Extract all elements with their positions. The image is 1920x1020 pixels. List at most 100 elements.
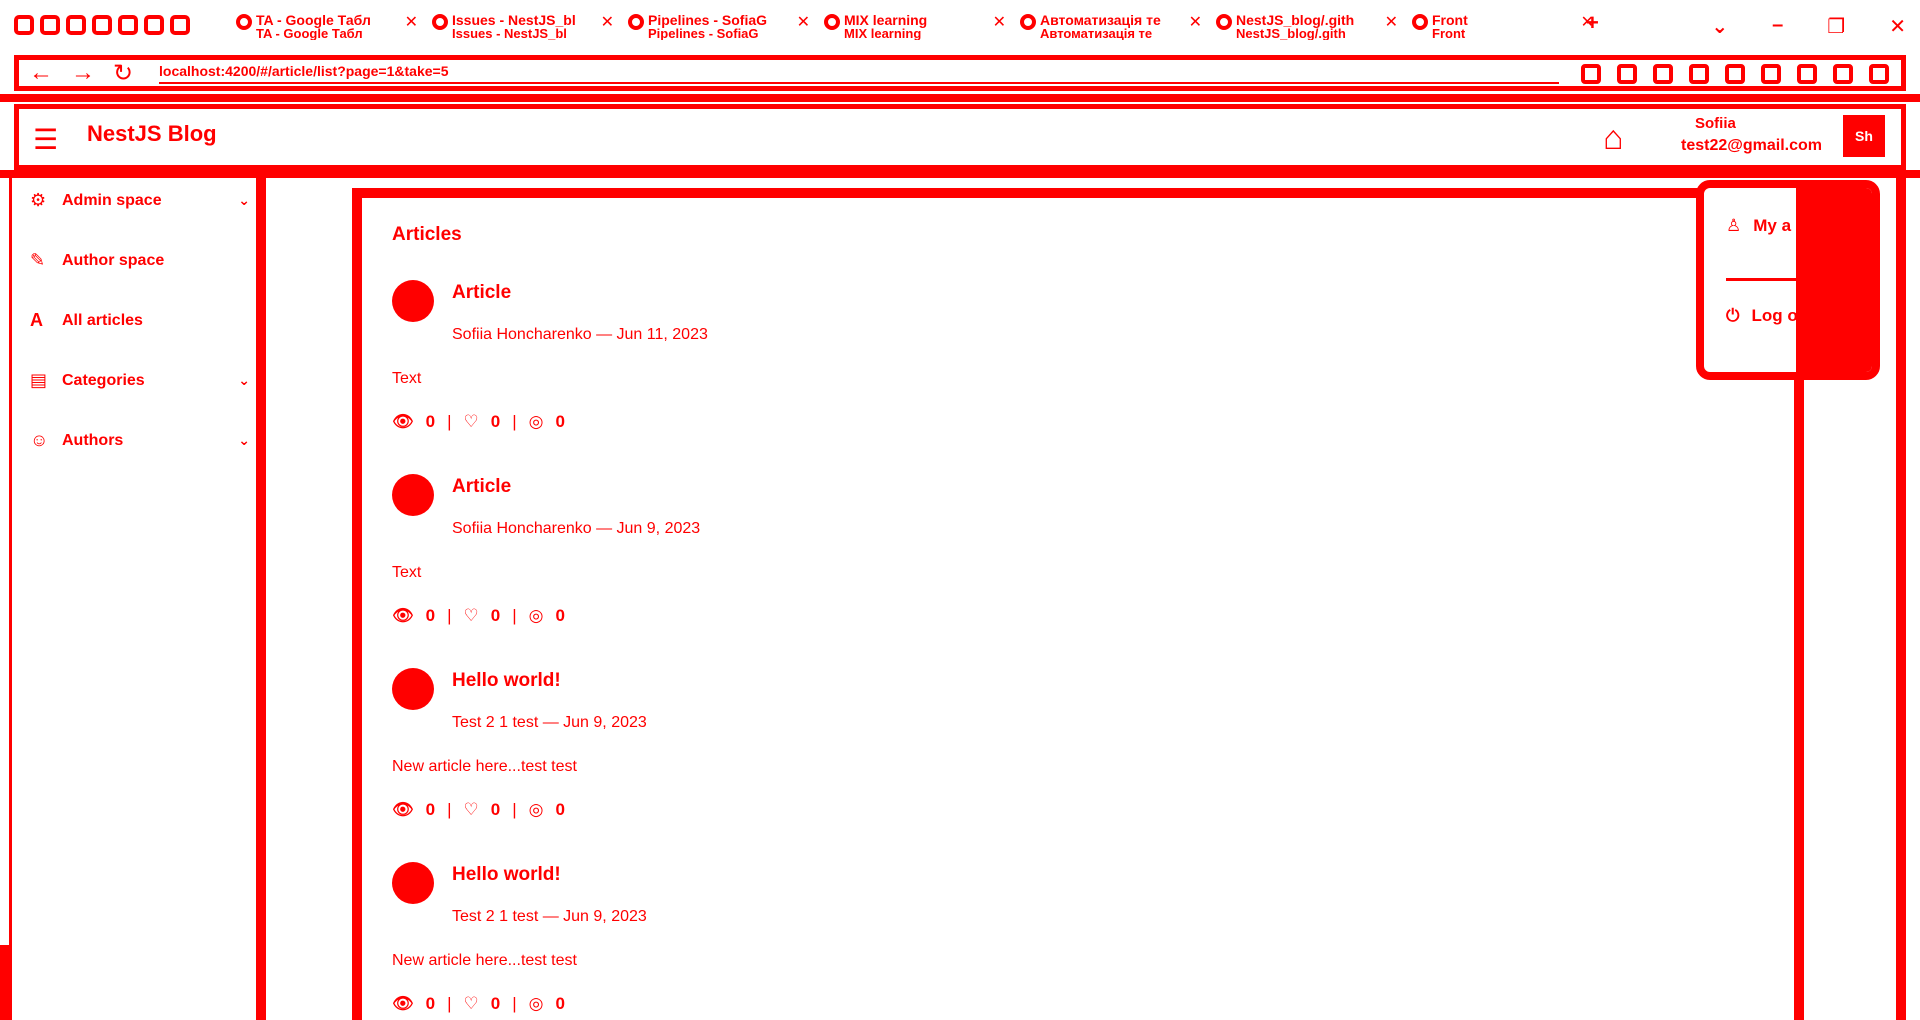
puzzle-icon[interactable] (1761, 64, 1781, 84)
pinned-tab-icon[interactable] (66, 15, 86, 35)
close-tab-icon[interactable]: ✕ (405, 12, 418, 32)
eye-icon: 👁 (392, 606, 414, 625)
browser-tab[interactable]: MIX learning MIX learning ✕ (818, 8, 1014, 40)
tab-favicon-icon (824, 14, 840, 30)
profile-icon[interactable] (1833, 64, 1853, 84)
sidebar-item-authors[interactable]: ☺ Authors ⌄ (30, 430, 250, 451)
key-icon[interactable] (1581, 64, 1601, 84)
article-excerpt: New article here...test test (392, 758, 577, 775)
new-tab-button[interactable]: + (1586, 10, 1599, 36)
separator: | (512, 800, 517, 819)
sidebar-item-categories[interactable]: ▤ Categories ⌄ (30, 370, 250, 391)
browser-tab[interactable]: Pipelines - SofiaG Pipelines - SofiaG ✕ (622, 8, 818, 40)
close-window-icon[interactable]: ✕ (1889, 14, 1906, 39)
comments-count: 0 (555, 412, 565, 431)
close-tab-icon[interactable]: ✕ (1189, 12, 1202, 32)
pinned-tab-icon[interactable] (14, 15, 34, 35)
forward-icon[interactable]: → (71, 59, 95, 87)
my-account-item[interactable]: ♙ My a (1726, 216, 1791, 236)
user-menu: ♙ My a ⏻ Log o (1696, 180, 1880, 380)
tab-label-shadow: Issues - NestJS_bl (452, 26, 567, 40)
article-stats: 👁 0 | ♡ 0 | ◎ 0 (392, 994, 565, 1014)
close-tab-icon[interactable]: ✕ (993, 12, 1006, 32)
menu-dots-icon[interactable] (1869, 64, 1889, 84)
heart-icon[interactable]: ♡ (463, 412, 478, 432)
text-icon: A (30, 310, 43, 330)
reload-icon[interactable]: ↻ (113, 59, 133, 88)
article-title[interactable]: Hello world! (452, 670, 561, 692)
pinned-tab-icon[interactable] (170, 15, 190, 35)
chevron-down-icon[interactable]: ⌄ (238, 372, 250, 389)
chevron-down-icon[interactable]: ⌄ (1711, 14, 1728, 39)
author-avatar (392, 862, 434, 904)
url-input[interactable]: localhost:4200/#/article/list?page=1&tak… (159, 62, 1559, 84)
chevron-down-icon[interactable]: ⌄ (238, 192, 250, 209)
my-account-label: My a (1753, 216, 1792, 235)
app-title[interactable]: NestJS Blog (87, 121, 217, 147)
close-tab-icon[interactable]: ✕ (797, 12, 810, 32)
avatar[interactable]: Sh (1843, 115, 1885, 157)
maximize-icon[interactable]: ❐ (1827, 14, 1845, 39)
heart-icon[interactable]: ♡ (463, 994, 478, 1014)
author-avatar (392, 280, 434, 322)
views-count: 0 (425, 800, 436, 819)
pinned-tab-icon[interactable] (40, 15, 60, 35)
edit-icon[interactable] (1653, 64, 1673, 84)
share-icon[interactable] (1617, 64, 1637, 84)
address-bar: ← → ↻ localhost:4200/#/article/list?page… (14, 55, 1906, 91)
likes-count: 0 (490, 412, 501, 431)
pinned-tab-icon[interactable] (144, 15, 164, 35)
pinned-tab-icon[interactable] (118, 15, 138, 35)
browser-tab[interactable]: NestJS_blog/.gith NestJS_blog/.gith ✕ (1210, 8, 1406, 40)
back-icon[interactable]: ← (29, 59, 53, 87)
home-icon[interactable]: ⌂ (1603, 119, 1624, 158)
divider (1726, 278, 1806, 281)
eye-icon: 👁 (392, 412, 414, 431)
eye-icon: 👁 (392, 800, 414, 819)
people-icon: ☺ (30, 430, 49, 450)
article-stats: 👁 0 | ♡ 0 | ◎ 0 (392, 800, 565, 820)
sidebar-item-all-articles[interactable]: A All articles (30, 310, 250, 331)
tab-label-shadow: TA - Google Табл (256, 26, 363, 40)
tab-favicon-icon (1020, 14, 1036, 30)
article-title[interactable]: Article (452, 282, 511, 304)
star-icon[interactable] (1689, 64, 1709, 84)
chevron-down-icon[interactable]: ⌄ (238, 432, 250, 449)
browser-tab[interactable]: Issues - NestJS_bl Issues - NestJS_bl ✕ (426, 8, 622, 40)
comment-icon[interactable]: ◎ (529, 994, 544, 1014)
sidebar-item-author-space[interactable]: ✎ Author space (30, 250, 250, 271)
tab-label-shadow: Pipelines - SofiaG (648, 26, 759, 40)
close-tab-icon[interactable]: ✕ (601, 12, 614, 32)
comment-icon[interactable]: ◎ (529, 800, 544, 820)
sidepanel-icon[interactable] (1797, 64, 1817, 84)
browser-tab-strip: TA - Google Табл TA - Google Табл ✕ Issues… (0, 0, 1920, 50)
logout-item[interactable]: ⏻ Log o (1726, 306, 1798, 326)
article-title[interactable]: Article (452, 476, 511, 498)
comment-icon[interactable]: ◎ (529, 606, 544, 626)
extension-icon[interactable] (1725, 64, 1745, 84)
heart-icon[interactable]: ♡ (463, 800, 478, 820)
articles-card: Articles Article Sofiia Honcharenko — Ju… (352, 188, 1804, 1020)
separator: | (447, 606, 452, 625)
separator: | (447, 412, 452, 431)
sidebar-item-label: Admin space (62, 191, 162, 209)
pen-icon: ✎ (30, 250, 46, 270)
heart-icon[interactable]: ♡ (463, 606, 478, 626)
scrollbar[interactable] (1896, 178, 1906, 1020)
minimize-icon[interactable]: – (1772, 14, 1783, 39)
browser-tab-active[interactable]: Front Front ✕ (1406, 8, 1602, 40)
logout-icon: ⏻ (1726, 306, 1740, 325)
pinned-tabs (14, 15, 190, 35)
app-header: ☰ NestJS Blog ⌂ Sofiia test22@gmail.com … (14, 104, 1906, 170)
sidebar-item-admin-space[interactable]: ⚙ Admin space ⌄ (30, 190, 250, 211)
views-count: 0 (425, 412, 436, 431)
browser-tab[interactable]: Автоматизація те Автоматизація те ✕ (1014, 8, 1210, 40)
browser-tab[interactable]: TA - Google Табл TA - Google Табл ✕ (230, 8, 426, 40)
menu-toggle-icon[interactable]: ☰ (33, 123, 58, 156)
article-title[interactable]: Hello world! (452, 864, 561, 886)
close-tab-icon[interactable]: ✕ (1385, 12, 1398, 32)
comments-count: 0 (555, 800, 565, 819)
pinned-tab-icon[interactable] (92, 15, 112, 35)
article-stats: 👁 0 | ♡ 0 | ◎ 0 (392, 606, 565, 626)
comment-icon[interactable]: ◎ (529, 412, 544, 432)
